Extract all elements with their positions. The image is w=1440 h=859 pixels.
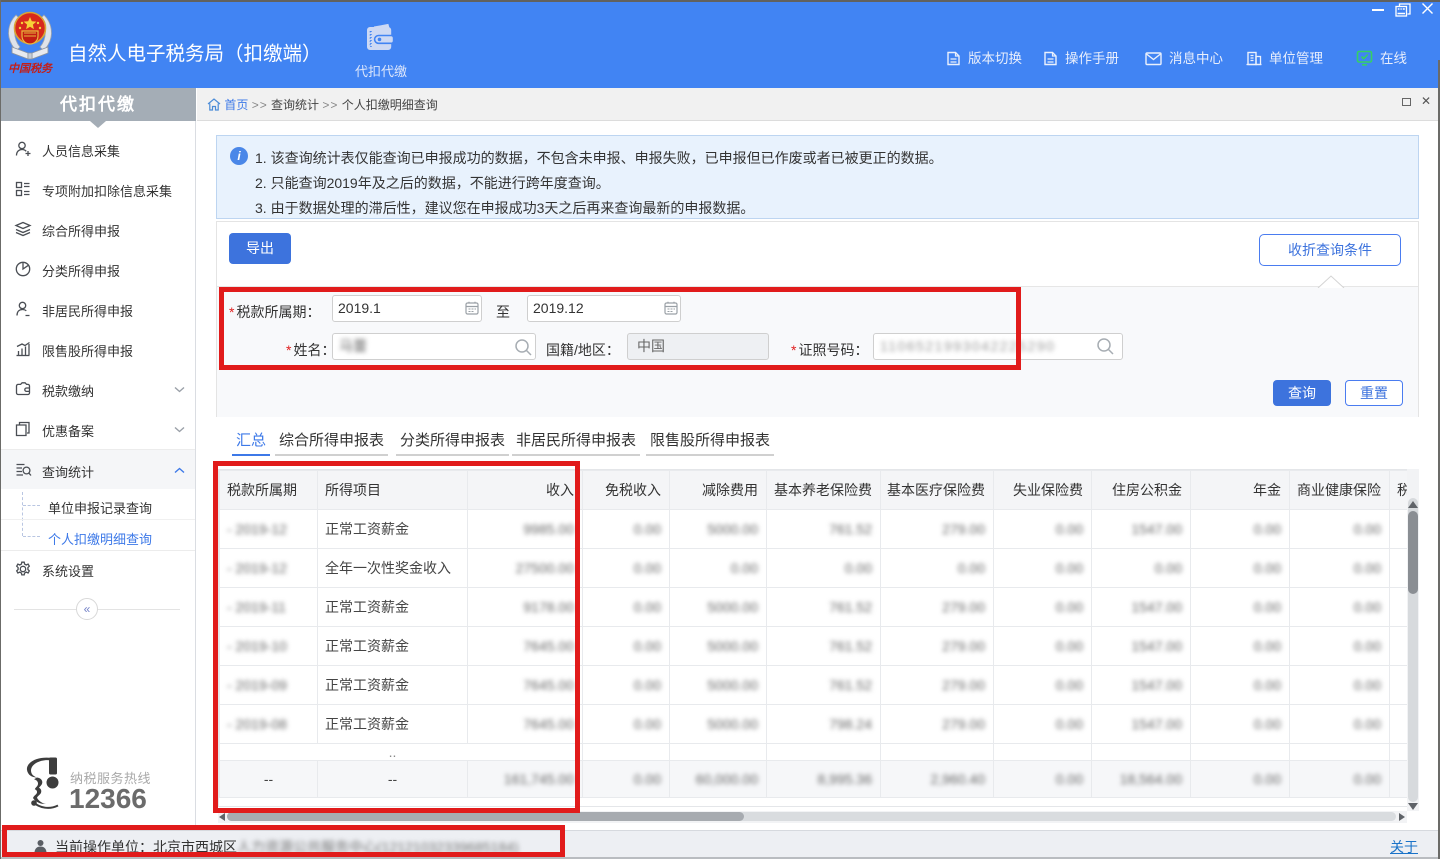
- svg-text:中国税务: 中国税务: [8, 62, 54, 75]
